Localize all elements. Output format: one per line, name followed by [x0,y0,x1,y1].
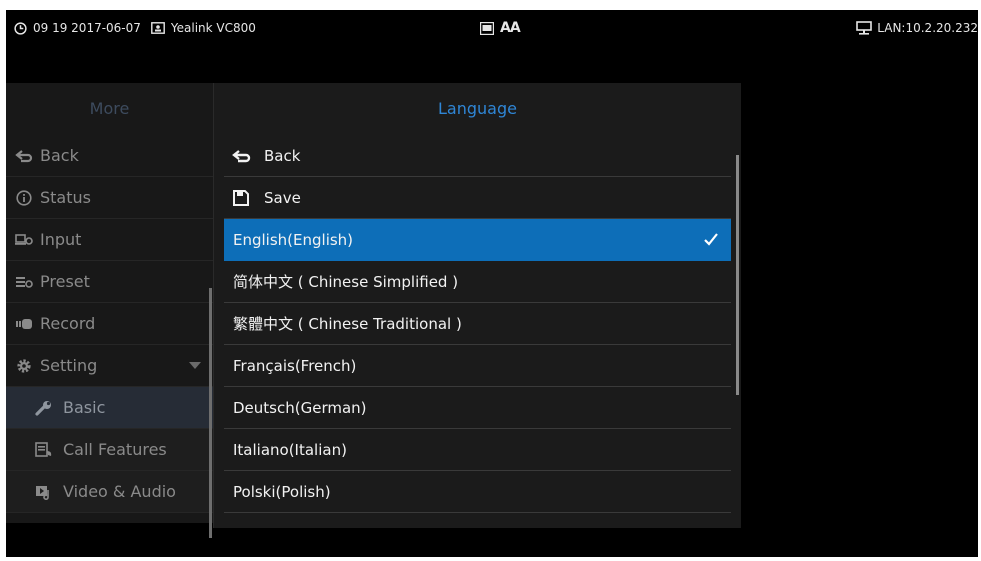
wrench-icon [35,400,51,416]
device-name: Yealink VC800 [170,21,256,35]
menu-item-basic[interactable]: Basic [6,387,213,429]
menu-item-preset[interactable]: Preset [6,261,213,303]
checkmark-icon [704,233,718,246]
device-icon [151,22,165,34]
language-option-italian[interactable]: Italiano(Italian) [224,429,731,471]
record-icon [16,318,32,329]
gear-icon [17,358,31,373]
menu-item-input[interactable]: Input [6,219,213,261]
back-arrow-icon [232,149,251,162]
menu-item-label: Setting [40,356,98,375]
menu-item-status[interactable]: Status [6,177,213,219]
input-icon [15,233,33,245]
chevron-down-icon [189,362,201,369]
back-button[interactable]: Back [224,135,731,177]
language-dialog: Language Back Save English(English) 简体中文… [213,83,741,528]
dialog-title: Language [438,99,517,118]
menu-item-label: Preset [40,272,90,291]
more-menu: More Back Status Input Preset Record Set… [6,83,213,538]
language-label: 简体中文 ( Chinese Simplified ) [233,273,459,291]
preset-icon [16,276,33,288]
menu-item-record[interactable]: Record [6,303,213,345]
video-audio-icon [36,485,49,500]
network-text: LAN:10.2.20.232 [877,21,978,35]
language-label: 繁體中文 ( Chinese Traditional ) [233,315,462,333]
menu-item-back[interactable]: Back [6,135,213,177]
call-features-icon [35,441,52,457]
language-option-chinese-simplified[interactable]: 简体中文 ( Chinese Simplified ) [224,261,731,303]
menu-item-label: Call Features [63,440,167,459]
save-button[interactable]: Save [224,177,731,219]
menu-item-label: Basic [63,398,106,417]
datetime-text: 09 19 2017-06-07 [33,21,141,35]
language-label: Polski(Polish) [233,482,331,501]
menu-item-label: Input [40,230,82,249]
menu-scrollbar[interactable] [209,288,212,538]
menu-item-video-audio[interactable]: Video & Audio [6,471,213,513]
language-option-polish[interactable]: Polski(Polish) [224,471,731,513]
language-label: Deutsch(German) [233,398,367,417]
language-label: Français(French) [233,356,357,375]
device-screen: 09 19 2017-06-07 Yealink VC800 AA LAN:10… [6,10,978,557]
status-left: 09 19 2017-06-07 Yealink VC800 [14,21,256,35]
menu-item-label: Record [40,314,96,333]
back-label: Back [264,146,301,165]
menu-item-label: Status [40,188,91,207]
status-right: LAN:10.2.20.232 [856,21,978,35]
vch-icon [480,21,494,35]
language-label: English(English) [233,230,354,249]
info-icon [16,189,32,206]
font-size-indicator: AA [500,20,521,36]
language-option-french[interactable]: Français(French) [224,345,731,387]
language-option-german[interactable]: Deutsch(German) [224,387,731,429]
save-icon [233,189,249,206]
status-bar: 09 19 2017-06-07 Yealink VC800 AA LAN:10… [6,10,978,50]
more-menu-title: More [89,99,130,118]
language-option-english[interactable]: English(English) [224,219,731,261]
clock-icon [14,21,27,35]
dialog-scrollbar[interactable] [736,155,739,395]
menu-item-label: Video & Audio [63,482,176,501]
menu-item-label: Back [40,146,79,165]
save-label: Save [264,188,301,207]
language-label: Italiano(Italian) [233,440,347,459]
status-middle: AA [480,20,521,36]
lan-icon [856,21,873,35]
menu-item-setting[interactable]: Setting [6,345,213,387]
menu-item-call-features[interactable]: Call Features [6,429,213,471]
language-option-chinese-traditional[interactable]: 繁體中文 ( Chinese Traditional ) [224,303,731,345]
back-arrow-icon [15,149,33,162]
